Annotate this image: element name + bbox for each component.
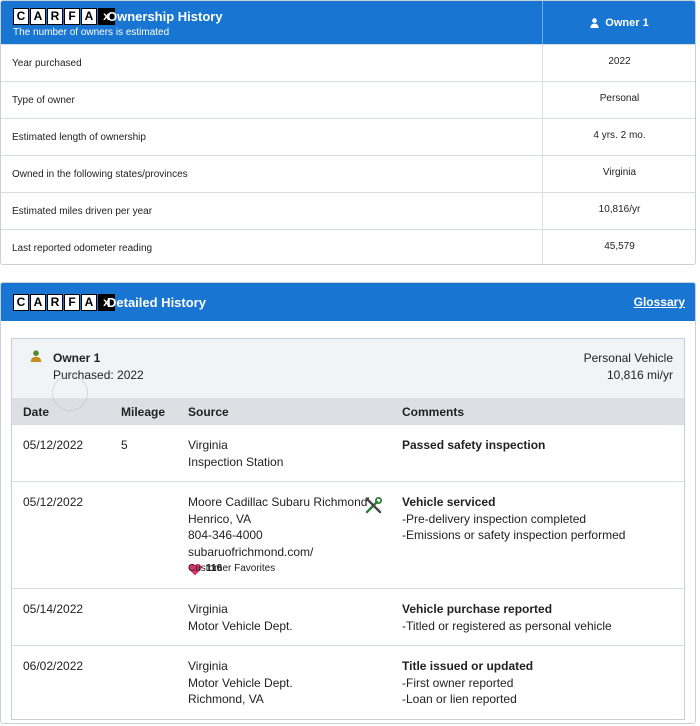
record-mileage: 5 xyxy=(121,438,128,452)
col-source: Source xyxy=(188,405,229,419)
record-date: 05/14/2022 xyxy=(23,602,84,616)
source-line: Inspection Station xyxy=(188,454,284,469)
row-value: Personal xyxy=(542,82,695,119)
row-value: 2022 xyxy=(542,45,695,82)
logo-letter: A xyxy=(30,294,46,311)
source-line: Richmond, VA xyxy=(188,692,264,707)
logo-letter: F xyxy=(64,294,80,311)
comment-line: -First owner reported xyxy=(402,675,514,690)
ownership-row: Last reported odometer reading 45,579 xyxy=(1,229,695,264)
comment-title: Passed safety inspection xyxy=(402,438,546,452)
record-date: 05/12/2022 xyxy=(23,438,84,452)
comment-line: -Titled or registered as personal vehicl… xyxy=(402,618,612,633)
owner-summary: Owner 1 Purchased: 2022 Personal Vehicle… xyxy=(12,339,684,398)
comment-line: -Pre-delivery inspection completed xyxy=(402,511,587,526)
source-phone[interactable]: 804-346-4000 xyxy=(188,527,263,544)
col-date: Date xyxy=(23,405,50,419)
ownership-row: Estimated length of ownership 4 yrs. 2 m… xyxy=(1,118,695,156)
ownership-history-panel: C A R F A x Ownership History The number… xyxy=(0,0,696,265)
logo-letter: C xyxy=(13,8,29,25)
row-value: Virginia xyxy=(542,156,695,193)
owner-name: Owner 1 xyxy=(53,351,101,365)
logo-letter: A xyxy=(81,8,97,25)
comment-line: -Emissions or safety inspection performe… xyxy=(402,528,626,543)
ownership-row: Type of owner Personal xyxy=(1,81,695,119)
record-date: 05/12/2022 xyxy=(23,495,84,509)
ownership-row: Owned in the following states/provinces … xyxy=(1,155,695,193)
row-value: 45,579 xyxy=(542,230,695,264)
source-website[interactable]: subaruofrichmond.com/ xyxy=(188,544,313,561)
row-label: Owned in the following states/provinces xyxy=(12,169,188,180)
logo-letter: C xyxy=(13,294,29,311)
record-date: 06/02/2022 xyxy=(23,659,84,673)
source-line: Virginia xyxy=(188,602,228,616)
tools-icon xyxy=(365,497,382,514)
watermark-stamp xyxy=(52,375,88,411)
row-value: 4 yrs. 2 mo. xyxy=(542,119,695,156)
history-record: 05/12/2022 Moore Cadillac Subaru Richmon… xyxy=(12,481,684,588)
person-icon xyxy=(30,350,42,362)
source-line: Virginia xyxy=(188,659,228,673)
ownership-row: Estimated miles driven per year 10,816/y… xyxy=(1,192,695,230)
detailed-title: Detailed History xyxy=(107,295,206,310)
carfax-logo: C A R F A x xyxy=(13,8,115,25)
source-dealer-name: Moore Cadillac Subaru Richmond xyxy=(188,495,368,509)
row-label: Year purchased xyxy=(12,58,82,69)
col-mileage: Mileage xyxy=(121,405,166,419)
carfax-logo: C A R F A x xyxy=(13,294,115,311)
row-label: Type of owner xyxy=(12,95,75,106)
ownership-subtitle: The number of owners is estimated xyxy=(13,27,170,38)
miles-per-year: 10,816 mi/yr xyxy=(606,368,673,382)
comment-line: -Loan or lien reported xyxy=(402,692,517,707)
owner-column-header: Owner 1 xyxy=(542,1,695,44)
person-icon xyxy=(590,17,599,28)
logo-letter: F xyxy=(64,8,80,25)
row-label: Estimated miles driven per year xyxy=(12,206,153,217)
owner-column-label: Owner 1 xyxy=(605,16,649,29)
favorites-label: Customer Favorites xyxy=(188,563,276,574)
customer-favorites: 116 Customer Favorites xyxy=(188,561,275,578)
history-record: 05/12/2022 5 Virginia Inspection Station… xyxy=(12,424,684,481)
comment-title: Vehicle purchase reported xyxy=(402,602,553,616)
history-record: 06/02/2022 Virginia Motor Vehicle Dept. … xyxy=(12,645,684,726)
source-line: Virginia xyxy=(188,438,228,452)
ownership-title: Ownership History xyxy=(107,9,223,24)
detailed-header: C A R F A x Detailed History Glossary xyxy=(1,283,695,321)
history-table-header: Date Mileage Source Comments xyxy=(12,398,684,424)
col-comments: Comments xyxy=(402,405,465,419)
glossary-link[interactable]: Glossary xyxy=(634,295,685,309)
row-label: Last reported odometer reading xyxy=(12,243,153,254)
logo-letter: R xyxy=(47,8,63,25)
source-line: Motor Vehicle Dept. xyxy=(188,618,293,633)
source-line: Motor Vehicle Dept. xyxy=(188,675,293,690)
logo-letter: A xyxy=(30,8,46,25)
ownership-row: Year purchased 2022 xyxy=(1,44,695,82)
source-location: Henrico, VA xyxy=(188,511,252,526)
logo-letter: R xyxy=(47,294,63,311)
logo-letter: A xyxy=(81,294,97,311)
row-label: Estimated length of ownership xyxy=(12,132,146,143)
owner-history-card: Owner 1 Purchased: 2022 Personal Vehicle… xyxy=(11,338,685,720)
history-record: 05/14/2022 Virginia Motor Vehicle Dept. … xyxy=(12,588,684,645)
ownership-header: C A R F A x Ownership History The number… xyxy=(1,1,695,44)
comment-title: Vehicle serviced xyxy=(402,495,496,509)
row-value: 10,816/yr xyxy=(542,193,695,230)
comment-title: Title issued or updated xyxy=(402,659,534,673)
vehicle-type: Personal Vehicle xyxy=(583,351,673,365)
